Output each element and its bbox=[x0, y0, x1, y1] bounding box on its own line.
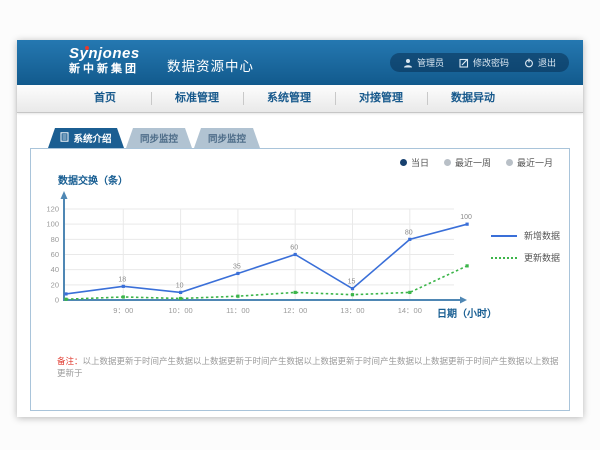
svg-text:80: 80 bbox=[405, 229, 413, 236]
page-title: 数据资源中心 bbox=[167, 55, 254, 75]
nav-item-standard[interactable]: 标准管理 bbox=[151, 85, 243, 112]
x-axis-title: 日期（小时） bbox=[437, 305, 497, 320]
svg-text:12：00: 12：00 bbox=[283, 306, 307, 315]
svg-text:120: 120 bbox=[46, 205, 59, 214]
tab-sync-monitor-1[interactable]: 同步监控 bbox=[126, 128, 192, 148]
svg-text:14：00: 14：00 bbox=[398, 306, 422, 315]
svg-text:13：00: 13：00 bbox=[340, 306, 364, 315]
svg-text:11：00: 11：00 bbox=[226, 306, 250, 315]
change-password-label: 修改密码 bbox=[473, 56, 509, 69]
radio-icon bbox=[506, 159, 513, 166]
filter-label: 最近一周 bbox=[455, 156, 491, 169]
time-range-filters: 当日 最近一周 最近一月 bbox=[400, 156, 553, 169]
svg-text:20: 20 bbox=[51, 280, 59, 289]
site-page: Synjones 新中新集团 数据资源中心 管理员 修改密码 bbox=[17, 40, 583, 417]
line-chart: 0 20 40 60 80 100 120 9：00 10：00 11：00 12：00 13：00 1… bbox=[34, 190, 474, 322]
svg-text:9：00: 9：00 bbox=[113, 306, 133, 315]
svg-text:40: 40 bbox=[51, 265, 59, 274]
admin-user-button[interactable]: 管理员 bbox=[403, 56, 444, 69]
filter-option-last-month[interactable]: 最近一月 bbox=[506, 156, 553, 169]
chart-legend: 新增数据 更新数据 bbox=[491, 229, 560, 273]
logout-button[interactable]: 退出 bbox=[524, 56, 556, 69]
legend-item-update-data: 更新数据 bbox=[491, 251, 560, 264]
legend-line-sample bbox=[491, 257, 517, 259]
logo-accent-dot bbox=[85, 46, 89, 50]
note-prefix: 备注： bbox=[57, 356, 83, 366]
legend-label: 新增数据 bbox=[524, 229, 560, 242]
legend-line-sample bbox=[491, 235, 517, 237]
svg-text:35: 35 bbox=[233, 263, 241, 270]
nav-item-connect[interactable]: 对接管理 bbox=[335, 85, 427, 112]
admin-user-label: 管理员 bbox=[417, 56, 444, 69]
tab-sync-monitor-2[interactable]: 同步监控 bbox=[194, 128, 260, 148]
svg-text:60: 60 bbox=[290, 245, 298, 252]
filter-option-today[interactable]: 当日 bbox=[400, 156, 429, 169]
svg-text:60: 60 bbox=[51, 250, 59, 259]
footer-note: 备注：以上数据更新于时间产生数据以上数据更新于时间产生数据以上数据更新于时间产生… bbox=[57, 355, 563, 379]
nav-item-change[interactable]: 数据异动 bbox=[427, 85, 519, 112]
main-nav: 首页 标准管理 系统管理 对接管理 数据异动 bbox=[17, 85, 583, 113]
svg-text:100: 100 bbox=[46, 220, 59, 229]
svg-text:18: 18 bbox=[118, 276, 126, 283]
nav-item-system[interactable]: 系统管理 bbox=[243, 85, 335, 112]
tab-label: 同步监控 bbox=[208, 131, 246, 145]
logo-subtext: 新中新集团 bbox=[69, 62, 140, 76]
content-panel: 当日 最近一周 最近一月 数据交换（条） 0 20 40 60 80 100 120 9：00… bbox=[30, 148, 570, 411]
nav-item-home[interactable]: 首页 bbox=[59, 85, 151, 112]
y-axis-title: 数据交换（条） bbox=[58, 172, 128, 187]
svg-text:15: 15 bbox=[348, 279, 356, 286]
radio-icon bbox=[400, 159, 407, 166]
tab-label: 同步监控 bbox=[140, 131, 178, 145]
brand-logo: Synjones 新中新集团 bbox=[69, 45, 140, 76]
power-icon bbox=[524, 58, 534, 68]
svg-text:0: 0 bbox=[55, 296, 59, 305]
svg-text:100: 100 bbox=[460, 214, 472, 221]
user-toolbar: 管理员 修改密码 退出 bbox=[390, 53, 569, 72]
filter-label: 当日 bbox=[411, 156, 429, 169]
svg-text:10: 10 bbox=[176, 282, 184, 289]
change-password-button[interactable]: 修改密码 bbox=[459, 56, 509, 69]
logo-text: Synjones bbox=[69, 45, 140, 62]
filter-option-last-week[interactable]: 最近一周 bbox=[444, 156, 491, 169]
edit-icon bbox=[459, 58, 469, 68]
tab-system-intro[interactable]: 系统介绍 bbox=[48, 128, 124, 148]
note-text: 以上数据更新于时间产生数据以上数据更新于时间产生数据以上数据更新于时间产生数据以… bbox=[57, 356, 559, 378]
legend-item-new-data: 新增数据 bbox=[491, 229, 560, 242]
radio-icon bbox=[444, 159, 451, 166]
user-icon bbox=[403, 58, 413, 68]
filter-label: 最近一月 bbox=[517, 156, 553, 169]
tab-bar: 系统介绍 同步监控 同步监控 bbox=[30, 128, 570, 148]
svg-text:10：00: 10：00 bbox=[169, 306, 193, 315]
legend-label: 更新数据 bbox=[524, 251, 560, 264]
screenshot-frame: Synjones 新中新集团 数据资源中心 管理员 修改密码 bbox=[0, 0, 600, 450]
tab-label: 系统介绍 bbox=[73, 131, 111, 145]
logout-label: 退出 bbox=[538, 56, 556, 69]
svg-text:80: 80 bbox=[51, 235, 59, 244]
document-icon bbox=[60, 132, 69, 145]
header-bar: Synjones 新中新集团 数据资源中心 管理员 修改密码 bbox=[17, 40, 583, 85]
